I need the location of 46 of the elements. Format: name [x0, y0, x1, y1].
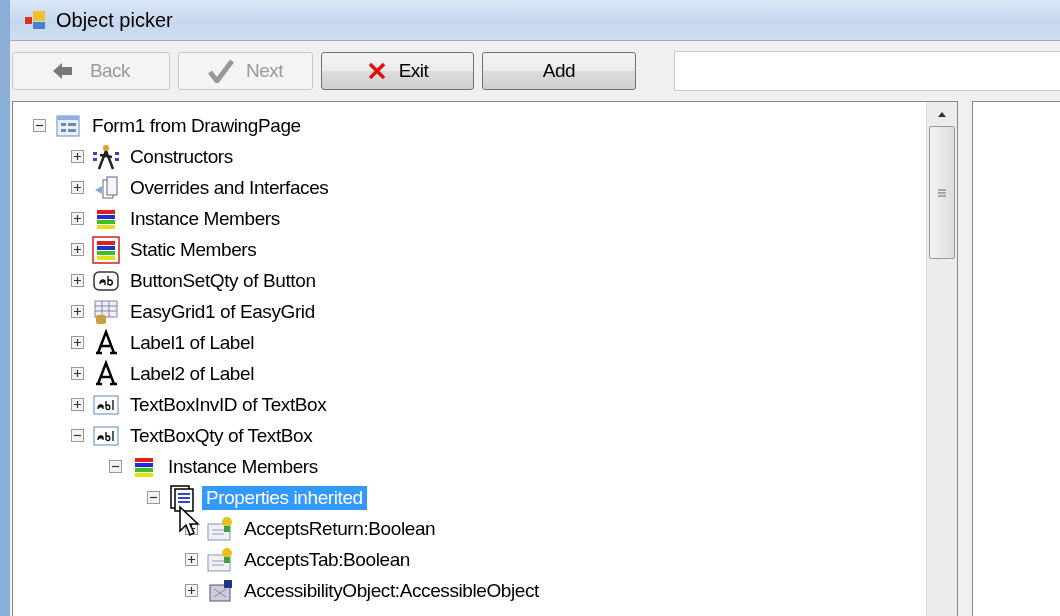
- tree-item[interactable]: Label1 of Label: [126, 330, 258, 355]
- expand-toggle[interactable]: [71, 243, 84, 256]
- scrollbar[interactable]: [926, 102, 957, 616]
- expand-toggle[interactable]: [71, 367, 84, 380]
- tree-item[interactable]: EasyGrid1 of EasyGrid: [126, 299, 319, 324]
- toolbar-button[interactable]: Exit: [321, 52, 474, 90]
- tree-item[interactable]: AcceptsReturn:Boolean: [240, 516, 440, 541]
- close-icon: [366, 61, 387, 81]
- property-card-icon: [206, 545, 234, 574]
- input-field[interactable]: [674, 51, 1060, 91]
- tree-item[interactable]: Constructors: [126, 144, 237, 169]
- document-list-icon: [168, 483, 196, 512]
- tree-item[interactable]: AccessibilityObject:AccessibleObject: [240, 578, 543, 603]
- mouse-pointer-icon: [178, 505, 202, 537]
- expand-toggle[interactable]: [71, 336, 84, 349]
- grid-icon: [92, 297, 120, 326]
- tree-item[interactable]: TextBoxQty of TextBox: [126, 423, 317, 448]
- tree-item[interactable]: Static Members: [126, 237, 261, 262]
- expand-toggle[interactable]: [71, 398, 84, 411]
- expand-toggle[interactable]: [185, 584, 198, 597]
- window-title: Object picker: [56, 8, 173, 32]
- tree-item[interactable]: Instance Members: [164, 454, 322, 479]
- expand-toggle[interactable]: [185, 553, 198, 566]
- worker-icon: [92, 142, 120, 171]
- expand-toggle[interactable]: [71, 181, 84, 194]
- tree-item[interactable]: TextBoxInvID of TextBox: [126, 392, 331, 417]
- app-icon: [24, 10, 46, 30]
- tree-item[interactable]: ButtonSetQty of Button: [126, 268, 320, 293]
- tree-item[interactable]: Overrides and Interfaces: [126, 175, 333, 200]
- check-icon: [207, 59, 234, 83]
- scroll-thumb[interactable]: [929, 126, 955, 259]
- expand-toggle[interactable]: [71, 274, 84, 287]
- tree-item[interactable]: AcceptsTab:Boolean: [240, 547, 415, 572]
- expand-toggle[interactable]: [71, 150, 84, 163]
- collapse-toggle[interactable]: [71, 429, 84, 442]
- tree-item[interactable]: Label2 of Label: [126, 361, 258, 386]
- collapse-toggle[interactable]: [109, 460, 122, 473]
- collapse-toggle[interactable]: [33, 119, 46, 132]
- property-card-icon: [206, 514, 234, 543]
- toolbar-button[interactable]: Add: [482, 52, 636, 90]
- expand-toggle[interactable]: [71, 305, 84, 318]
- framed-stripes-icon: [92, 235, 120, 264]
- tree-item[interactable]: Form1 from DrawingPage: [88, 113, 305, 138]
- expand-toggle[interactable]: [71, 212, 84, 225]
- tree-item[interactable]: Instance Members: [126, 206, 284, 231]
- collapse-toggle[interactable]: [147, 491, 160, 504]
